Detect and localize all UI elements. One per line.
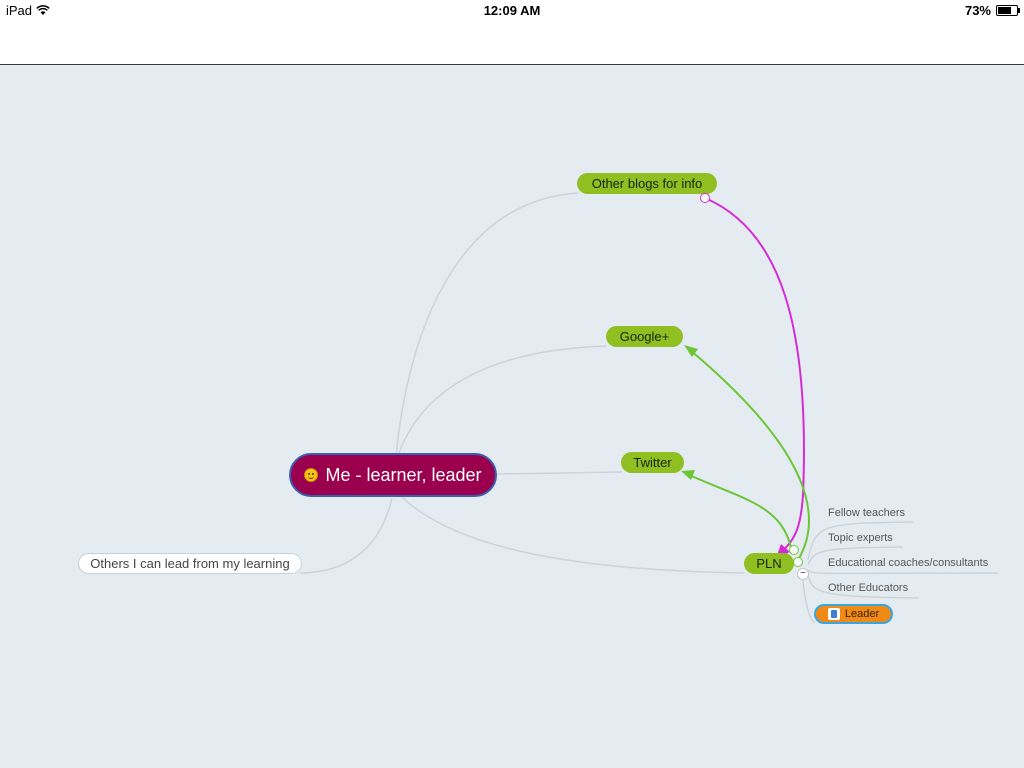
collapse-button[interactable]: − <box>797 568 809 580</box>
app-toolbar <box>0 22 1024 65</box>
connector-pln <box>399 494 746 574</box>
node-others-lead-label: Others I can lead from my learning <box>90 556 290 571</box>
node-twitter[interactable]: Twitter <box>621 452 684 473</box>
connector-other-blogs <box>394 192 579 466</box>
node-leader-label: Leader <box>844 608 880 620</box>
battery-percent: 73% <box>964 3 991 18</box>
link-handle-green-2[interactable] <box>793 557 803 567</box>
link-handle-magenta[interactable] <box>700 193 710 203</box>
link-handle-green-1[interactable] <box>789 545 799 555</box>
connector-others-lead <box>299 497 393 574</box>
node-other-blogs[interactable]: Other blogs for info <box>577 173 717 194</box>
mindmap-canvas[interactable]: Other blogs for info Google+ Twitter Me … <box>0 65 1024 768</box>
node-other-blogs-label: Other blogs for info <box>591 176 703 191</box>
thumbs-up-icon <box>827 608 840 620</box>
subtopic-fellow-teachers[interactable]: Fellow teachers <box>828 507 905 519</box>
node-pln[interactable]: PLN <box>744 553 794 574</box>
subtopic-other-educators[interactable]: Other Educators <box>828 582 908 594</box>
status-bar: iPad 12:09 AM 73% <box>0 0 1024 22</box>
collapse-symbol: − <box>800 568 806 579</box>
connector-twitter <box>496 471 623 475</box>
node-others-lead[interactable]: Others I can lead from my learning <box>78 553 302 574</box>
battery-icon <box>996 5 1020 16</box>
status-right: 73% <box>964 3 1020 18</box>
central-topic[interactable]: Me - learner, leader <box>289 453 497 497</box>
subtopic-topic-experts[interactable]: Topic experts <box>828 532 893 544</box>
node-leader[interactable]: Leader <box>814 604 893 624</box>
node-google-plus-label: Google+ <box>619 329 670 344</box>
node-twitter-label: Twitter <box>633 455 672 470</box>
connector-educational-coaches <box>807 569 999 575</box>
link-pln-to-google <box>689 349 810 561</box>
relationship-links <box>681 197 810 561</box>
link-pln-to-twitter <box>686 473 792 548</box>
link-pln-to-twitter-arrowhead <box>681 470 695 480</box>
subtopic-educational-coaches[interactable]: Educational coaches/consultants <box>828 557 988 569</box>
central-topic-label: Me - learner, leader <box>325 464 482 485</box>
node-google-plus[interactable]: Google+ <box>606 326 683 347</box>
node-pln-label: PLN <box>756 556 782 571</box>
smiley-icon <box>304 468 319 482</box>
connector-layer <box>299 192 999 624</box>
connector-google-plus <box>394 345 608 466</box>
status-time: 12:09 AM <box>483 3 541 18</box>
